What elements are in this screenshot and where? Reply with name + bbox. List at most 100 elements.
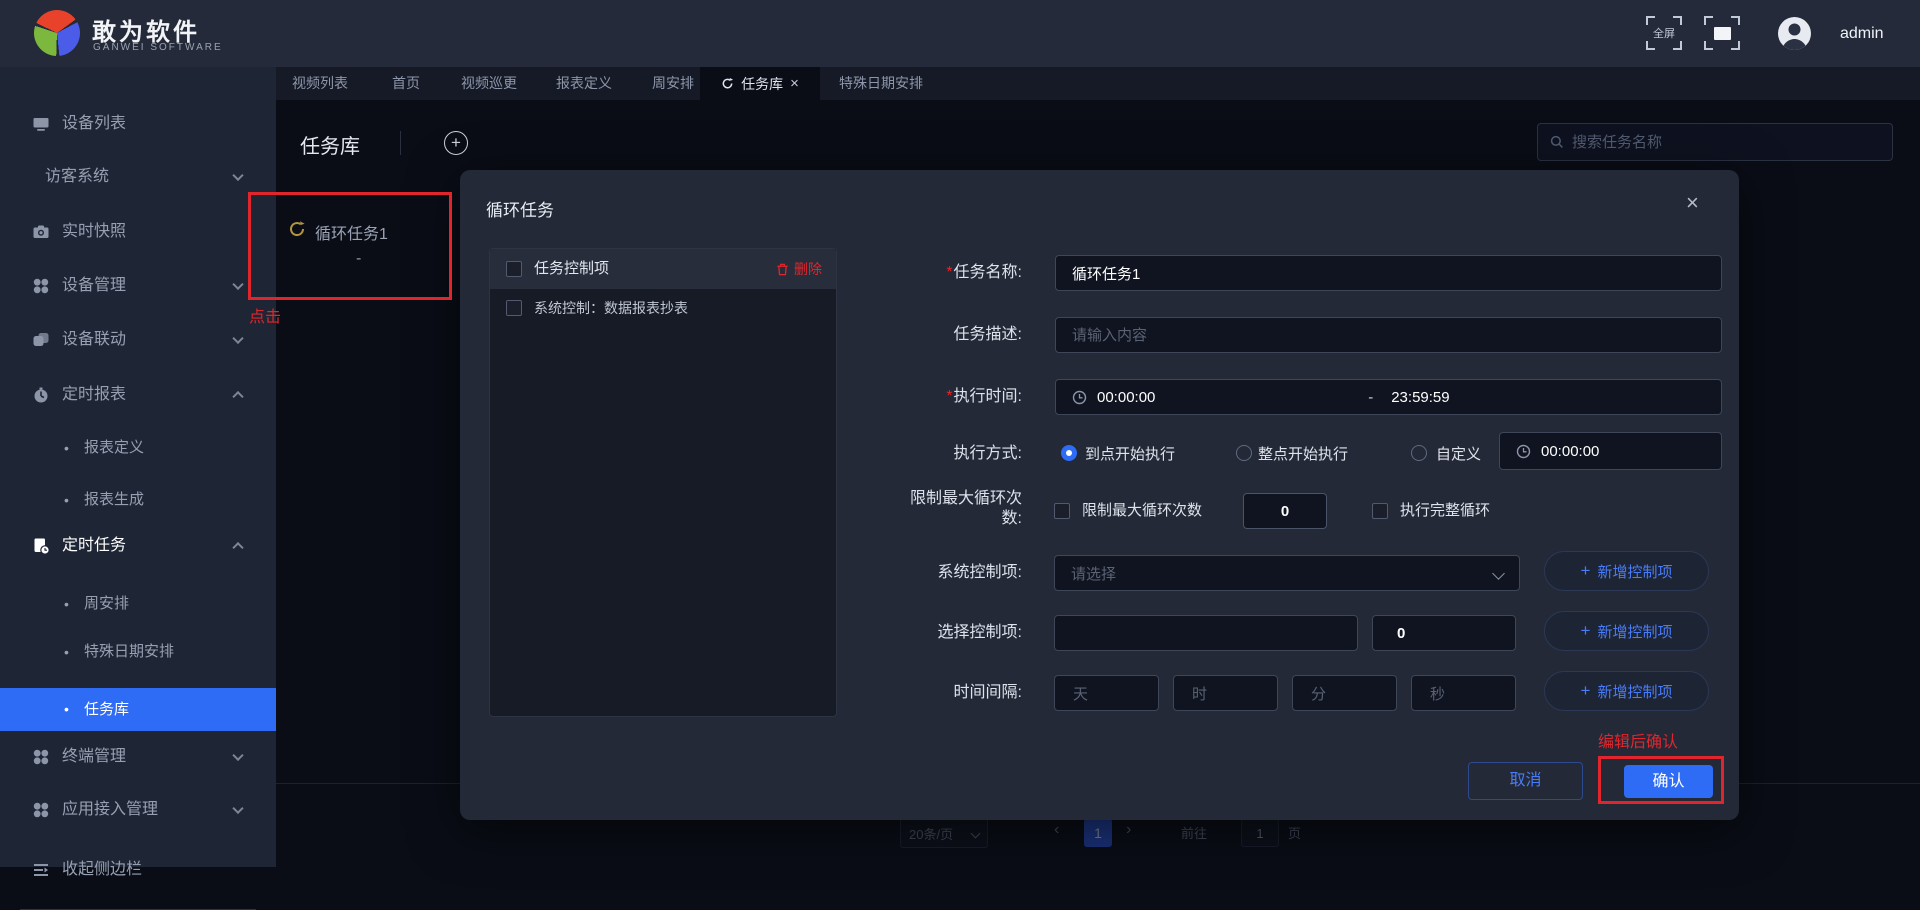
radio-custom[interactable] <box>1411 445 1427 461</box>
add-task-icon[interactable]: + <box>444 131 468 155</box>
radio-on-hour-label[interactable]: 整点开始执行 <box>1258 445 1348 465</box>
add-control-button-3[interactable]: + 新增控制项 <box>1544 671 1709 711</box>
sidebar-item-report-generation[interactable]: • 报表生成 <box>0 483 276 517</box>
tab-home[interactable]: 首页 <box>392 67 420 100</box>
brand-logo-icon <box>34 10 80 56</box>
goto-label: 前往 <box>1181 826 1208 841</box>
control-item-label: 系统控制：数据报表抄表 <box>534 300 688 316</box>
end-time[interactable]: 23:59:59 <box>1391 389 1449 406</box>
custom-time-value[interactable]: 00:00:00 <box>1541 443 1599 460</box>
grid-icon <box>32 748 50 766</box>
fullscreen-cn-icon[interactable]: 全屏 <box>1646 16 1682 50</box>
sidebar-item-realtime-snapshot[interactable]: 实时快照 <box>0 214 276 250</box>
sel-ctrl-input[interactable] <box>1054 615 1358 651</box>
panel-header: 任务控制项 删除 <box>490 249 836 289</box>
sidebar-item-visitor-system[interactable]: 访客系统 <box>0 159 276 195</box>
delete-button[interactable]: 删除 <box>776 249 822 289</box>
control-item-row[interactable]: 系统控制：数据报表抄表 <box>490 289 836 327</box>
chevron-down-icon <box>232 332 244 345</box>
panel-header-label: 任务控制项 <box>534 260 610 277</box>
chevron-down-icon <box>970 828 981 838</box>
page-size-select[interactable]: 20条/页 <box>900 818 988 848</box>
goto-unit-label: 页 <box>1288 826 1302 841</box>
linkage-icon <box>32 331 50 349</box>
sys-ctrl-select[interactable]: 请选择 <box>1054 555 1520 591</box>
row-checkbox[interactable] <box>506 300 522 316</box>
collapse-icon <box>32 861 50 879</box>
sidebar-item-report-definition[interactable]: • 报表定义 <box>0 431 276 465</box>
max-loop-count-input[interactable]: 0 <box>1243 493 1327 529</box>
sidebar-item-app-access-management[interactable]: 应用接入管理 <box>0 792 276 828</box>
select-all-checkbox[interactable] <box>506 261 522 277</box>
tab-task-library[interactable]: 任务库 × <box>700 67 820 100</box>
sel-ctrl-count-input[interactable]: 0 <box>1372 615 1516 651</box>
sidebar-item-label: 任务库 <box>84 701 130 718</box>
max-loop-checkbox-label[interactable]: 限制最大循环次数 <box>1082 501 1202 521</box>
bullet-icon: • <box>64 701 69 717</box>
monitor-icon <box>32 115 50 133</box>
search-icon <box>1550 135 1564 149</box>
sidebar-item-scheduled-report[interactable]: 定时报表 <box>0 377 276 413</box>
chevron-down-icon <box>1492 566 1505 580</box>
fullscreen-rect-icon[interactable] <box>1704 16 1740 50</box>
next-page-icon[interactable]: › <box>1126 821 1131 839</box>
sidebar-collapse[interactable]: 收起侧边栏 <box>0 852 276 888</box>
tab-report-definition[interactable]: 报表定义 <box>556 67 612 100</box>
tab-week-schedule[interactable]: 周安排 <box>652 67 694 100</box>
radio-on-point[interactable] <box>1061 445 1077 461</box>
close-tab-icon[interactable]: × <box>790 75 799 92</box>
interval-hour-input[interactable]: 时 <box>1173 675 1278 711</box>
sidebar-item-scheduled-task[interactable]: 定时任务 <box>0 528 276 564</box>
task-clock-icon <box>32 537 50 555</box>
radio-on-hour[interactable] <box>1236 445 1252 461</box>
radio-custom-label[interactable]: 自定义 <box>1436 445 1481 465</box>
tab-video-patrol[interactable]: 视频巡更 <box>461 67 517 100</box>
search-input[interactable] <box>1572 133 1880 151</box>
refresh-icon[interactable] <box>721 77 734 90</box>
sidebar-item-special-date-schedule[interactable]: • 特殊日期安排 <box>0 635 276 669</box>
trash-icon <box>777 263 788 275</box>
interval-minute-input[interactable]: 分 <box>1292 675 1397 711</box>
task-desc-input[interactable] <box>1055 317 1722 353</box>
sidebar-item-label: 终端管理 <box>62 748 127 765</box>
chevron-down-icon <box>232 749 244 762</box>
start-time[interactable]: 00:00:00 <box>1097 389 1155 406</box>
add-control-button-2[interactable]: + 新增控制项 <box>1544 611 1709 651</box>
full-loop-checkbox[interactable] <box>1372 503 1388 519</box>
dialog-close-icon[interactable]: × <box>1686 190 1699 216</box>
sidebar-item-task-library[interactable]: • 任务库 <box>0 688 276 731</box>
sidebar-item-device-list[interactable]: 设备列表 <box>0 106 276 142</box>
sidebar-item-week-schedule[interactable]: • 周安排 <box>0 587 276 621</box>
tab-video-list[interactable]: 视频列表 <box>292 67 348 100</box>
tab-special-date-schedule[interactable]: 特殊日期安排 <box>839 67 923 100</box>
full-loop-checkbox-label[interactable]: 执行完整循环 <box>1400 501 1490 521</box>
interval-day-input[interactable]: 天 <box>1054 675 1159 711</box>
task-name-input[interactable] <box>1055 255 1722 291</box>
annotation-click-label: 点击 <box>249 309 282 326</box>
prev-page-icon[interactable]: ‹ <box>1054 821 1059 839</box>
cancel-button[interactable]: 取消 <box>1468 762 1583 800</box>
sidebar-item-terminal-management[interactable]: 终端管理 <box>0 739 276 775</box>
avatar[interactable] <box>1778 17 1811 50</box>
current-page[interactable]: 1 <box>1084 819 1112 847</box>
sidebar-item-device-management[interactable]: 设备管理 <box>0 268 276 304</box>
max-loop-checkbox[interactable] <box>1054 503 1070 519</box>
search-box[interactable] <box>1537 123 1893 161</box>
sidebar-item-label: 报表生成 <box>84 491 145 508</box>
chevron-down-icon <box>232 802 244 815</box>
annotation-red-box <box>248 192 452 300</box>
pagination: 20条/页 ‹ 1 › 前往 1 页 <box>276 816 1920 852</box>
sidebar-item-label: 周安排 <box>84 595 130 612</box>
sidebar-item-device-linkage[interactable]: 设备联动 <box>0 322 276 358</box>
sidebar-item-label: 访客系统 <box>45 168 110 185</box>
goto-page-input[interactable]: 1 <box>1241 819 1279 847</box>
clock-icon <box>1072 390 1087 405</box>
bullet-icon: • <box>64 492 69 508</box>
max-loop-label: 限制最大循环次数: <box>909 490 1022 527</box>
exec-time-range-input[interactable]: 00:00:00 - 23:59:59 <box>1055 379 1722 415</box>
username[interactable]: admin <box>1840 0 1884 67</box>
radio-on-point-label[interactable]: 到点开始执行 <box>1085 445 1175 465</box>
interval-second-input[interactable]: 秒 <box>1411 675 1516 711</box>
custom-time-input[interactable]: 00:00:00 <box>1499 432 1722 470</box>
add-control-button-1[interactable]: + 新增控制项 <box>1544 551 1709 591</box>
